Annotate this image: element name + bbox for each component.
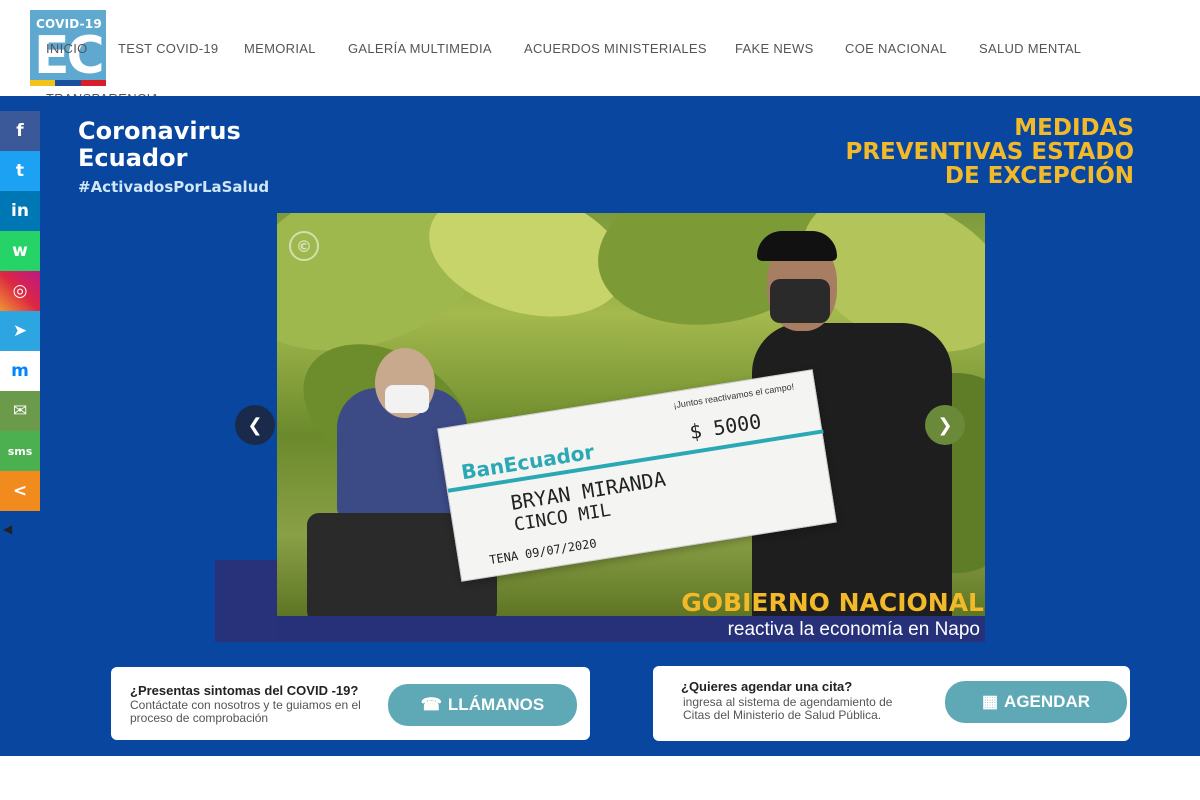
carousel-next-button[interactable]: ❯ <box>925 405 965 445</box>
copyright-watermark-icon: © <box>289 231 319 261</box>
main-nav: Inicio Test COVID-19 Memorial Galería Mu… <box>0 0 1200 106</box>
twitter-icon: t <box>15 161 25 181</box>
share-messenger-button[interactable]: m <box>0 351 40 391</box>
slide-caption-title: GOBIERNO NACIONAL <box>681 588 984 617</box>
whatsapp-icon: w <box>12 241 28 261</box>
nav-item-fake-news[interactable]: Fake News <box>735 41 814 56</box>
share-more-button[interactable]: < <box>0 471 40 511</box>
nav-item-acuerdos-ministeriales[interactable]: Acuerdos Ministeriales <box>524 41 707 56</box>
brand-line2: Ecuador <box>78 144 188 172</box>
nav-item-coe-nacional[interactable]: COE Nacional <box>845 41 947 56</box>
medidas-preventivas-link[interactable]: MEDIDAS PREVENTIVAS ESTADO DE EXCEPCIÓN <box>774 116 1134 188</box>
share-linkedin-button[interactable]: in <box>0 191 40 231</box>
linkedin-icon: in <box>11 201 29 221</box>
standing-man-hair <box>757 231 837 261</box>
schedule-label: AGENDAR <box>1004 692 1090 711</box>
hero-banner: Coronavirus Ecuador #ActivadosPorLaSalud… <box>0 96 1200 756</box>
nav-item-inicio[interactable]: Inicio <box>46 41 88 56</box>
face-mask-white <box>385 385 429 413</box>
check-place-date: TENA 09/07/2020 <box>488 536 598 568</box>
brand-hashtag: #ActivadosPorLaSalud <box>78 178 270 196</box>
instagram-icon: ◎ <box>12 281 28 301</box>
brand-line1: Coronavirus <box>78 117 241 145</box>
share-sms-button[interactable]: sms <box>0 431 40 471</box>
schedule-button[interactable]: ▦ AGENDAR <box>945 681 1127 723</box>
calendar-icon: ▦ <box>981 692 999 711</box>
hide-chevron-icon: ◀ <box>3 522 13 536</box>
medidas-line2: PREVENTIVAS ESTADO <box>845 139 1134 165</box>
call-us-button[interactable]: ☎ LLÁMANOS <box>388 684 577 726</box>
medidas-line1: MEDIDAS <box>1014 115 1134 141</box>
call-us-label: LLÁMANOS <box>447 695 545 714</box>
share-whatsapp-button[interactable]: w <box>0 231 40 271</box>
social-share-bar: f t in w ◎ ➤ m ✉ sms < <box>0 111 40 511</box>
sms-icon: sms <box>7 444 33 458</box>
messenger-icon: m <box>11 361 29 381</box>
share-twitter-button[interactable]: t <box>0 151 40 191</box>
symptoms-question: ¿Presentas sintomas del COVID -19? <box>130 683 359 698</box>
chevron-left-icon: ❮ <box>247 414 263 436</box>
nav-item-galeria-multimedia[interactable]: Galería Multimedia <box>348 41 492 56</box>
site-header: COVID-19 EC Inicio Test COVID-19 Memoria… <box>0 0 1200 106</box>
chevron-right-icon: ❯ <box>937 414 953 436</box>
phone-icon: ☎ <box>420 695 442 714</box>
symptoms-description: Contáctate con nosotros y te guiamos en … <box>130 698 361 725</box>
carousel-prev-button[interactable]: ❮ <box>235 405 275 445</box>
telegram-icon: ➤ <box>12 321 28 341</box>
carousel-slide-image[interactable]: © ¡Juntos reactivamos el campo! BanEcuad… <box>277 213 985 616</box>
nav-item-test-covid[interactable]: Test COVID-19 <box>118 41 218 56</box>
appointment-description: ingresa al sistema de agendamiento de Ci… <box>683 695 893 722</box>
facebook-icon: f <box>16 121 24 141</box>
share-facebook-button[interactable]: f <box>0 111 40 151</box>
share-telegram-button[interactable]: ➤ <box>0 311 40 351</box>
email-icon: ✉ <box>12 401 28 421</box>
coronavirus-ecuador-brand: Coronavirus Ecuador #ActivadosPorLaSalud <box>78 117 270 197</box>
share-icon: < <box>12 481 28 501</box>
face-mask-black <box>770 279 830 323</box>
hide-share-bar-button[interactable]: ◀ <box>3 522 12 536</box>
slide-caption-subtitle: reactiva la economía en Napo <box>727 619 980 640</box>
check-amount: $ 5000 <box>687 409 763 445</box>
share-instagram-button[interactable]: ◎ <box>0 271 40 311</box>
share-email-button[interactable]: ✉ <box>0 391 40 431</box>
appointment-question: ¿Quieres agendar una cita? <box>681 679 853 694</box>
check-slogan: ¡Juntos reactivamos el campo! <box>672 381 795 411</box>
schedule-appointment-card: ¿Quieres agendar una cita? ingresa al si… <box>653 666 1130 741</box>
covid-symptoms-card: ¿Presentas sintomas del COVID -19? Contá… <box>111 667 590 740</box>
nav-item-memorial[interactable]: Memorial <box>244 41 316 56</box>
nav-item-salud-mental[interactable]: Salud Mental <box>979 41 1081 56</box>
medidas-line3: DE EXCEPCIÓN <box>944 163 1134 189</box>
